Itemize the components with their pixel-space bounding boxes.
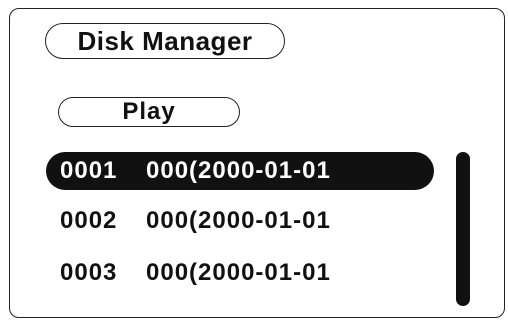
play-button[interactable]: Play bbox=[58, 97, 240, 127]
file-name: 000(2000-01-01 bbox=[146, 207, 331, 234]
page-title: Disk Manager bbox=[45, 23, 285, 59]
file-list-item[interactable]: 0001 000(2000-01-01 bbox=[46, 152, 434, 190]
file-index: 0003 bbox=[60, 259, 118, 286]
file-index: 0001 bbox=[60, 157, 118, 184]
file-name: 000(2000-01-01 bbox=[146, 259, 331, 286]
play-button-label: Play bbox=[122, 98, 176, 125]
file-list-item[interactable]: 0002 000(2000-01-01 bbox=[46, 202, 434, 240]
scrollbar[interactable] bbox=[456, 152, 470, 306]
file-index: 0002 bbox=[60, 207, 118, 234]
file-name: 000(2000-01-01 bbox=[146, 157, 331, 184]
file-list-item[interactable]: 0003 000(2000-01-01 bbox=[46, 254, 434, 292]
page-title-label: Disk Manager bbox=[77, 25, 253, 56]
